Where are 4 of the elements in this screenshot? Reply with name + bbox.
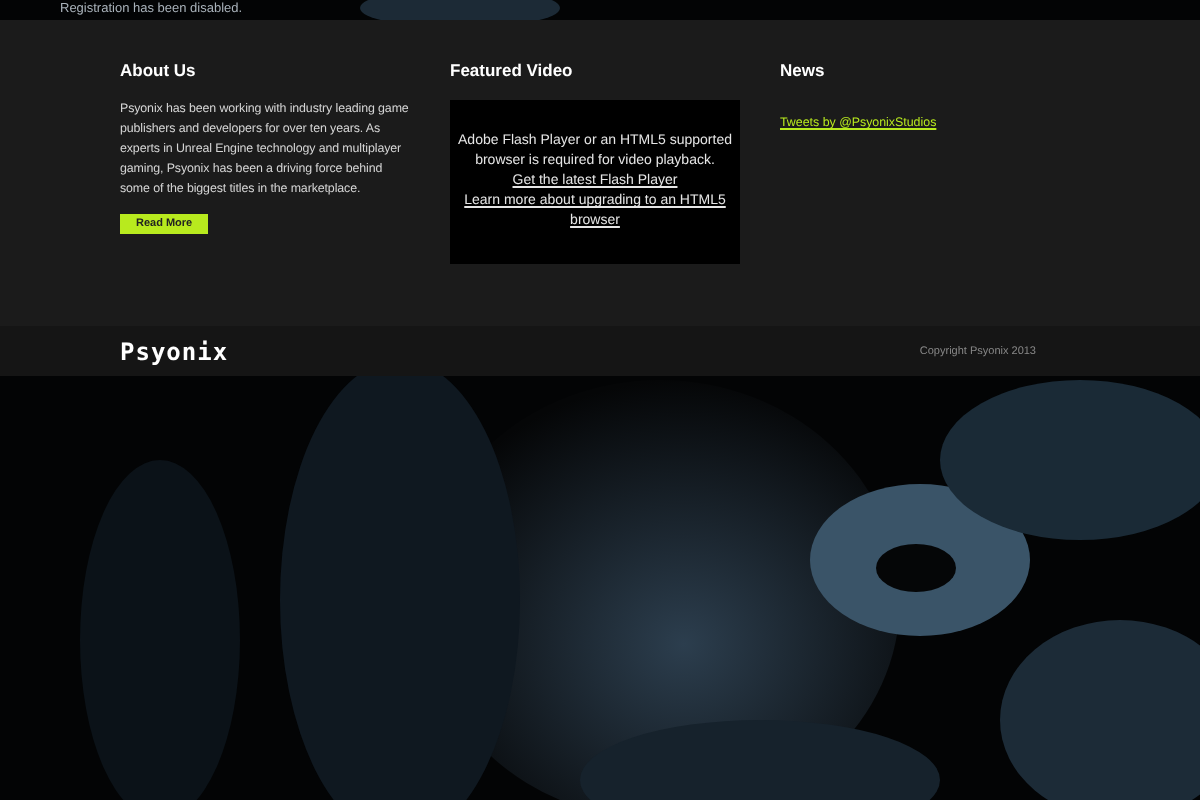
logo[interactable]: Psyonix xyxy=(120,337,229,365)
section-heading: Featured Video xyxy=(450,60,575,80)
section-heading: News xyxy=(780,60,827,80)
section-heading: About Us xyxy=(120,60,198,80)
